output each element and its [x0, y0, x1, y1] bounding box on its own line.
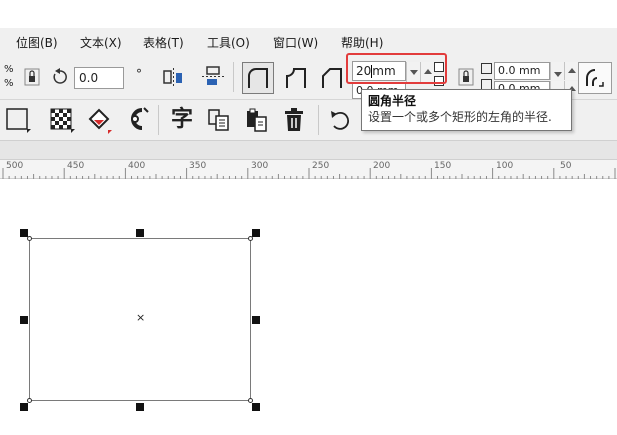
mirror-vertical-icon[interactable]: [199, 63, 227, 91]
center-mark-icon[interactable]: ×: [136, 312, 145, 324]
ruler-label: 200: [373, 161, 391, 171]
docker-strip: [0, 140, 617, 159]
lock-ratio-icon[interactable]: [18, 63, 46, 91]
highlight-box: [346, 53, 447, 84]
ruler-label: 50: [560, 161, 572, 171]
corner-node[interactable]: [248, 236, 253, 241]
ruler-label: 450: [67, 161, 85, 171]
handle-bottom-left[interactable]: [20, 403, 28, 411]
scale-percent-top: %: [4, 64, 14, 75]
paragraph-icon[interactable]: [205, 106, 233, 134]
interactive-fill-icon[interactable]: [86, 106, 114, 134]
corner-node[interactable]: [27, 236, 32, 241]
chamfer-corner-icon[interactable]: [316, 62, 348, 94]
handle-top-middle[interactable]: [136, 229, 144, 237]
ruler-label: 400: [128, 161, 146, 171]
ruler-label: 300: [251, 161, 269, 171]
menu-text[interactable]: 文本(X): [80, 34, 122, 51]
scale-percent-bottom: %: [4, 78, 14, 89]
title-strip: [0, 0, 617, 28]
fill-pattern-icon[interactable]: [48, 106, 76, 134]
horizontal-ruler[interactable]: 500 450 400 350 300 250 200 150 100 50: [0, 159, 617, 180]
ruler-label: 150: [434, 161, 452, 171]
corner-top-icon: [481, 63, 492, 74]
menu-table[interactable]: 表格(T): [143, 34, 184, 51]
separator: [158, 105, 159, 135]
handle-middle-left[interactable]: [20, 316, 28, 324]
tooltip-corner-radius: 圆角半径 设置一个或多个矩形的左角的半径.: [361, 89, 572, 131]
corner-node[interactable]: [248, 398, 253, 403]
handle-top-right[interactable]: [252, 229, 260, 237]
ruler-label: 500: [6, 161, 24, 171]
paste-icon[interactable]: [243, 106, 271, 134]
degree-symbol: °: [136, 67, 142, 81]
tooltip-description: 设置一个或多个矩形的左角的半径.: [368, 110, 552, 124]
mirror-horizontal-icon[interactable]: [160, 63, 188, 91]
corner-top-spin-up[interactable]: [564, 62, 578, 80]
ruler-label: 100: [496, 161, 514, 171]
text-tool-icon[interactable]: 字: [168, 106, 196, 134]
handle-bottom-middle[interactable]: [136, 403, 144, 411]
delete-trash-icon[interactable]: [280, 106, 308, 134]
ruler-ticks: [2, 168, 616, 180]
separator: [318, 105, 319, 135]
menu-window[interactable]: 窗口(W): [273, 34, 318, 51]
lock-corners-icon[interactable]: [452, 63, 480, 91]
relative-corner-scaling-icon[interactable]: [578, 62, 612, 94]
corner-top-spin-down[interactable]: [550, 62, 564, 80]
ruler-label: 250: [312, 161, 330, 171]
scallop-corner-icon[interactable]: [280, 62, 312, 94]
round-corner-icon[interactable]: [242, 62, 274, 94]
ruler-label: 350: [189, 161, 207, 171]
corner-top-right-input[interactable]: 0.0 mm: [494, 62, 550, 80]
menu-tools[interactable]: 工具(O): [207, 34, 250, 51]
rotate-icon[interactable]: [46, 63, 74, 91]
menu-bar: 位图(B) 文本(X) 表格(T) 工具(O) 窗口(W) 帮助(H): [0, 28, 617, 54]
rotation-angle-input[interactable]: 0.0: [74, 67, 124, 89]
handle-middle-right[interactable]: [252, 316, 260, 324]
undo-icon[interactable]: [326, 106, 354, 134]
smart-fill-icon[interactable]: [122, 106, 150, 134]
tooltip-title: 圆角半径: [368, 94, 417, 108]
menu-bitmap[interactable]: 位图(B): [16, 34, 58, 51]
separator: [233, 62, 234, 92]
menu-help[interactable]: 帮助(H): [341, 34, 383, 51]
corner-node[interactable]: [27, 398, 32, 403]
outline-icon[interactable]: [4, 106, 32, 134]
handle-bottom-right[interactable]: [252, 403, 260, 411]
